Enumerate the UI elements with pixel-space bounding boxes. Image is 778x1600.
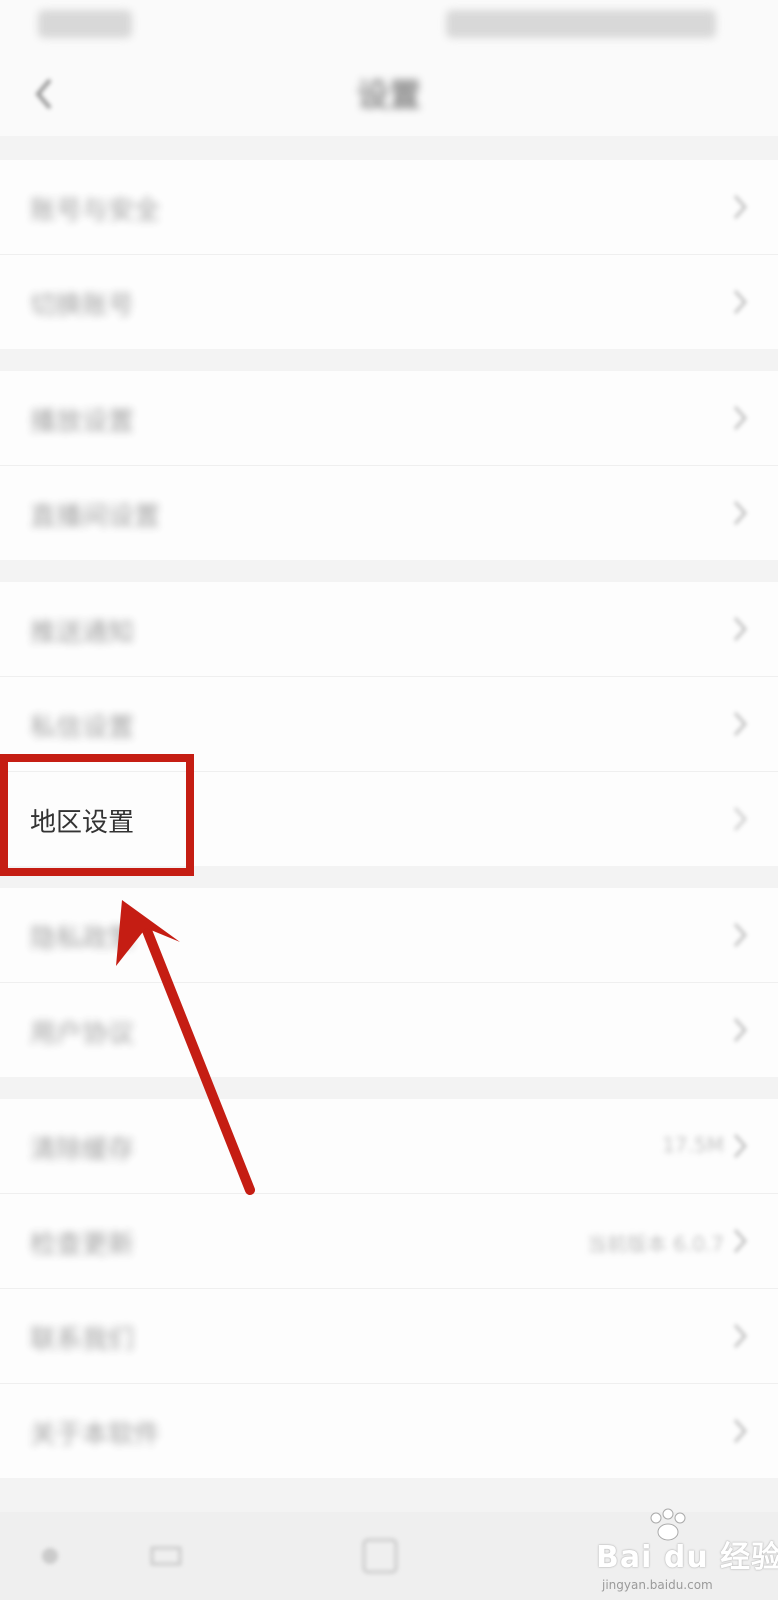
settings-group: 隐私政策 用户协议	[0, 888, 778, 1077]
settings-group: 清除缓存 17.5M 检查更新 当前版本 6.0.7 联系我们关于本软件	[0, 1099, 778, 1478]
settings-row-label: 检查更新	[30, 1230, 135, 1260]
settings-group: 账号与安全 切换账号	[0, 160, 778, 349]
chevron-right-icon	[733, 1323, 748, 1349]
settings-row[interactable]: 播放设置	[0, 371, 778, 466]
chevron-right-icon	[733, 1418, 748, 1444]
settings-group: 推送通知私信设置地区设置	[0, 582, 778, 866]
chevron-right-icon	[733, 922, 748, 948]
carrier-signal-icon	[38, 10, 132, 38]
settings-row[interactable]: 账号与安全	[0, 160, 778, 255]
settings-row-label: 播放设置	[30, 407, 135, 437]
chevron-right-icon	[733, 405, 748, 431]
settings-row[interactable]: 清除缓存 17.5M	[0, 1099, 778, 1194]
chevron-right-icon	[733, 1228, 748, 1254]
settings-group: 播放设置 直播间设置	[0, 371, 778, 560]
settings-row-region[interactable]: 地区设置	[0, 772, 778, 866]
watermark-brand: Bai du 经验	[596, 1540, 778, 1575]
settings-row-label: 直播间设置	[30, 502, 161, 532]
settings-row-label: 推送通知	[30, 618, 135, 648]
settings-row-label: 联系我们	[30, 1325, 135, 1355]
home-icon[interactable]	[360, 1536, 400, 1576]
watermark-url: jingyan.baidu.com	[602, 1578, 713, 1592]
chevron-right-icon	[733, 500, 748, 526]
status-icons	[446, 10, 716, 38]
menu-icon[interactable]	[30, 1536, 70, 1576]
chevron-right-icon	[733, 616, 748, 642]
settings-row[interactable]: 关于本软件	[0, 1384, 778, 1478]
settings-row-label: 清除缓存	[30, 1135, 135, 1165]
recent-apps-icon[interactable]	[146, 1536, 186, 1576]
settings-row[interactable]: 用户协议	[0, 983, 778, 1077]
settings-row[interactable]: 切换账号	[0, 255, 778, 349]
settings-row[interactable]: 私信设置	[0, 677, 778, 772]
nav-bar: 设置	[0, 50, 778, 136]
chevron-right-icon	[733, 1017, 748, 1043]
settings-row-value: 当前版本 6.0.7	[586, 1232, 724, 1256]
chevron-right-icon	[733, 1133, 748, 1159]
settings-row[interactable]: 隐私政策	[0, 888, 778, 983]
status-bar	[0, 0, 778, 50]
baidu-jingyan-watermark: Bai du 经验 jingyan.baidu.com	[596, 1508, 778, 1598]
chevron-right-icon	[733, 806, 748, 832]
settings-row-label: 账号与安全	[30, 196, 161, 226]
settings-row[interactable]: 检查更新 当前版本 6.0.7	[0, 1194, 778, 1289]
chevron-right-icon	[733, 289, 748, 315]
page-title: 设置	[356, 76, 421, 114]
settings-row[interactable]: 推送通知	[0, 582, 778, 677]
settings-row[interactable]: 联系我们	[0, 1289, 778, 1384]
settings-row-label: 切换账号	[30, 291, 135, 321]
settings-row[interactable]: 直播间设置	[0, 466, 778, 560]
settings-list: 账号与安全切换账号播放设置直播间设置推送通知私信设置地区设置隐私政策用户协议清除…	[0, 160, 778, 1500]
chevron-right-icon	[733, 711, 748, 737]
settings-row-label: 用户协议	[30, 1019, 135, 1049]
settings-row-label: 关于本软件	[30, 1420, 161, 1450]
settings-row-label: 私信设置	[30, 713, 135, 743]
settings-row-label: 隐私政策	[30, 924, 135, 954]
chevron-right-icon	[733, 194, 748, 220]
settings-row-label: 地区设置	[30, 808, 135, 838]
settings-row-value: 17.5M	[662, 1133, 724, 1157]
